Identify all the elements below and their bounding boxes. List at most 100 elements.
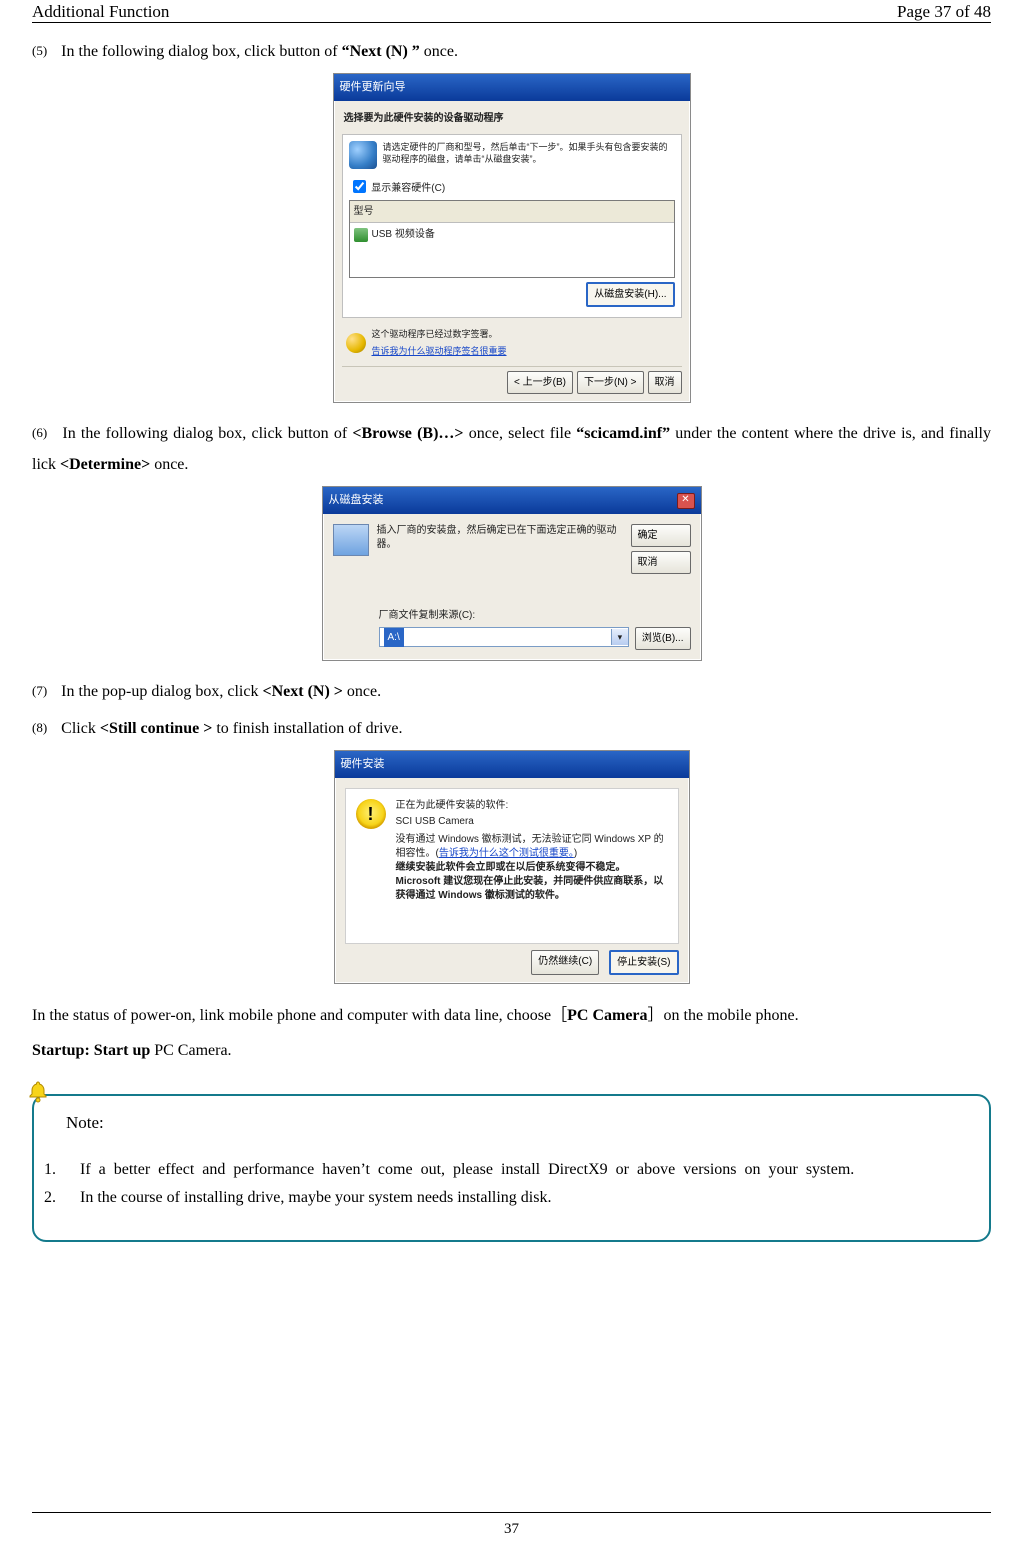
step-bold: <Determine> (60, 456, 150, 473)
dialog-body: 插入厂商的安装盘，然后确定已在下面选定正确的驱动器。 确定 取消 厂商文件复制来… (323, 514, 701, 660)
warning-line-3: 继续安装此软件会立即或在以后使系统变得不稳定。Microsoft 建议您现在停止… (396, 861, 668, 903)
dialog-content: ! 正在为此硬件安装的软件: SCI USB Camera 没有通过 Windo… (345, 788, 679, 944)
figure-dialog-3: 硬件安装 ! 正在为此硬件安装的软件: SCI USB Camera 没有通过 … (32, 750, 991, 984)
warning-line-2: 没有通过 Windows 徽标测试，无法验证它同 Windows XP 的相容性… (396, 833, 668, 861)
step-text: In the following dialog box, click butto… (61, 43, 341, 60)
paragraph-text: In the status of power-on, link mobile p… (32, 1007, 567, 1024)
step-number: (8) (32, 720, 47, 735)
source-path-combo[interactable]: A:\ ▾ (379, 627, 629, 647)
signed-icon (346, 333, 366, 353)
back-button[interactable]: < 上一步(B) (507, 371, 573, 394)
startup-label: Startup: Start up (32, 1042, 154, 1059)
note-item-1: 1. If a better effect and performance ha… (42, 1156, 981, 1184)
step-text: once. (154, 456, 188, 473)
ok-button[interactable]: 确定 (631, 524, 691, 547)
signature-row: 这个驱动程序已经过数字签署。 告诉我为什么驱动程序签名很重要 (342, 324, 682, 362)
checkbox-label: 显示兼容硬件(C) (371, 183, 445, 194)
dialog-description: 插入厂商的安装盘，然后确定已在下面选定正确的驱动器。 (377, 524, 631, 574)
note-box-wrap: Note: 1. If a better effect and performa… (32, 1094, 991, 1242)
disk-icon (333, 524, 369, 556)
wizard-buttons: < 上一步(B) 下一步(N) > 取消 (342, 366, 682, 394)
show-compatible-checkbox[interactable] (353, 180, 366, 193)
dialog-titlebar: 从磁盘安装 ✕ (323, 487, 701, 514)
dialog-title: 硬件安装 (341, 754, 385, 775)
warning-line-1: 正在为此硬件安装的软件: (396, 799, 668, 813)
list-item[interactable]: USB 视频设备 (350, 223, 674, 246)
dialog-titlebar: 硬件更新向导 (334, 74, 690, 101)
step-text: once. (424, 43, 458, 60)
dialog-titlebar: 硬件安装 (335, 751, 689, 778)
hardware-update-wizard-dialog: 硬件更新向导 选择要为此硬件安装的设备驱动程序 请选定硬件的厂商和型号，然后单击… (333, 73, 691, 403)
step-7: (7) In the pop-up dialog box, click <Nex… (32, 677, 991, 707)
bell-icon (26, 1080, 50, 1104)
note-item-text: If a better effect and performance haven… (80, 1156, 981, 1184)
step-6: (6) In the following dialog box, click b… (32, 419, 991, 480)
dialog-panel: 请选定硬件的厂商和型号，然后单击“下一步”。如果手头有包含要安装的驱动程序的磁盘… (342, 134, 682, 318)
page-header: Additional Function Page 37 of 48 (32, 0, 991, 23)
install-from-disk-button[interactable]: 从磁盘安装(H)... (586, 282, 674, 307)
model-list: 型号 USB 视频设备 (349, 200, 675, 278)
step-5: (5) In the following dialog box, click b… (32, 37, 991, 67)
step-text: In the pop-up dialog box, click (61, 683, 262, 700)
step-bold: <Browse (B)…> (352, 425, 463, 442)
header-left: Additional Function (32, 2, 169, 22)
dialog-body: ! 正在为此硬件安装的软件: SCI USB Camera 没有通过 Windo… (335, 778, 689, 983)
dialog-title: 硬件更新向导 (340, 77, 406, 98)
step-number: (6) (32, 425, 47, 440)
step-text: In the following dialog box, click butto… (62, 425, 352, 442)
step-text: once, select file (469, 425, 577, 442)
step-number: (7) (32, 683, 47, 698)
why-signing-link[interactable]: 告诉我为什么驱动程序签名很重要 (372, 346, 507, 356)
dialog-subtitle: 选择要为此硬件安装的设备驱动程序 (344, 109, 682, 128)
continue-anyway-button[interactable]: 仍然继续(C) (531, 950, 599, 975)
dialog-buttons: 仍然继续(C) 停止安装(S) (345, 950, 679, 975)
combo-selected: A:\ (384, 628, 404, 647)
why-test-link[interactable]: 告诉我为什么这个测试很重要。 (439, 848, 574, 859)
step-bold: <Next (N) > (262, 683, 342, 700)
stop-install-button[interactable]: 停止安装(S) (609, 950, 678, 975)
step-8: (8) Click <Still continue > to finish in… (32, 714, 991, 744)
paragraph-text: ］on the mobile phone. (648, 1007, 799, 1024)
browse-button[interactable]: 浏览(B)... (635, 627, 691, 650)
copy-source-label: 厂商文件复制来源(C): (379, 606, 691, 625)
warning-text: 正在为此硬件安装的软件: SCI USB Camera 没有通过 Windows… (396, 799, 668, 903)
step-bold: <Still continue > (100, 720, 212, 737)
figure-dialog-1: 硬件更新向导 选择要为此硬件安装的设备驱动程序 请选定硬件的厂商和型号，然后单击… (32, 73, 991, 403)
page-body: (5) In the following dialog box, click b… (32, 23, 991, 1242)
note-item-number: 1. (42, 1156, 74, 1184)
step-bold: “Next (N) ” (342, 43, 420, 60)
compatible-checkbox-row: 显示兼容硬件(C) (349, 177, 675, 198)
hardware-install-warning-dialog: 硬件安装 ! 正在为此硬件安装的软件: SCI USB Camera 没有通过 … (334, 750, 690, 984)
list-header: 型号 (350, 201, 674, 223)
note-title: Note: (66, 1108, 981, 1138)
warning-icon: ! (356, 799, 386, 829)
close-icon[interactable]: ✕ (677, 493, 695, 509)
warning-text-part: ) (574, 848, 577, 859)
dialog-body: 选择要为此硬件安装的设备驱动程序 请选定硬件的厂商和型号，然后单击“下一步”。如… (334, 101, 690, 402)
figure-dialog-2: 从磁盘安装 ✕ 插入厂商的安装盘，然后确定已在下面选定正确的驱动器。 确定 取消 (32, 486, 991, 661)
list-item-label: USB 视频设备 (372, 225, 435, 244)
device-name: SCI USB Camera (396, 815, 668, 829)
pc-camera-paragraph: In the status of power-on, link mobile p… (32, 1000, 991, 1032)
paragraph-bold: PC Camera (567, 1007, 647, 1024)
step-text: to finish installation of drive. (216, 720, 402, 737)
cancel-button[interactable]: 取消 (648, 371, 682, 394)
note-box: Note: 1. If a better effect and performa… (32, 1094, 991, 1242)
startup-line: Startup: Start up PC Camera. (32, 1036, 991, 1066)
header-right: Page 37 of 48 (897, 2, 991, 22)
step-bold: “scicamd.inf” (576, 425, 670, 442)
dialog-description: 请选定硬件的厂商和型号，然后单击“下一步”。如果手头有包含要安装的驱动程序的磁盘… (383, 141, 675, 169)
note-item-text: In the course of installing drive, maybe… (80, 1184, 981, 1212)
step-text: once. (347, 683, 381, 700)
step-number: (5) (32, 43, 47, 58)
install-from-disk-dialog: 从磁盘安装 ✕ 插入厂商的安装盘，然后确定已在下面选定正确的驱动器。 确定 取消 (322, 486, 702, 661)
cancel-button[interactable]: 取消 (631, 551, 691, 574)
dialog-title: 从磁盘安装 (329, 490, 384, 511)
note-item-2: 2. In the course of installing drive, ma… (42, 1184, 981, 1212)
next-button[interactable]: 下一步(N) > (577, 371, 644, 394)
driver-icon (354, 228, 368, 242)
signed-text: 这个驱动程序已经过数字签署。 (372, 326, 507, 343)
step-text: Click (61, 720, 96, 737)
startup-text: PC Camera. (154, 1042, 231, 1059)
chevron-down-icon[interactable]: ▾ (611, 629, 628, 645)
